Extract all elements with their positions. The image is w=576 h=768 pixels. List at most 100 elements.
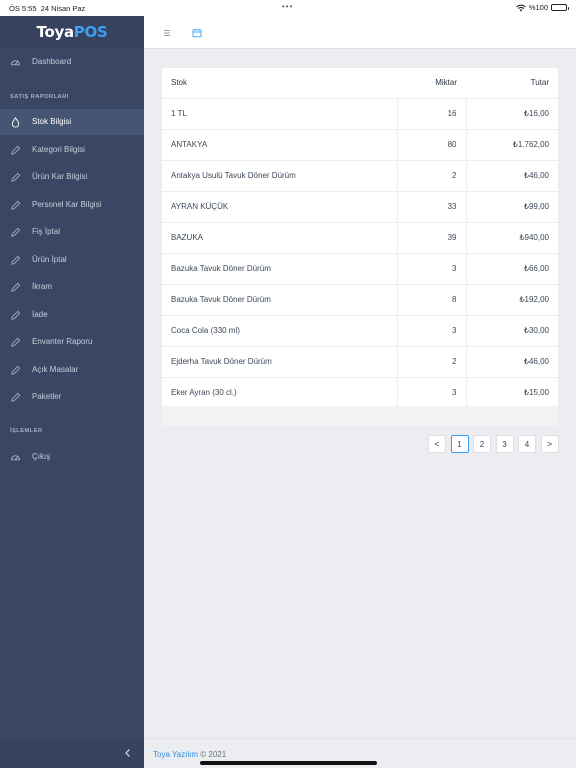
home-indicator[interactable] [200, 761, 377, 765]
sidebar-item-fis-iptal[interactable]: Fiş İptal [0, 219, 144, 245]
table-row[interactable]: Antakya Usulü Tavuk Döner Dürüm 2 ₺46,00 [162, 160, 558, 192]
pencil-icon [11, 337, 21, 347]
cell-tutar: ₺46,00 [465, 160, 558, 192]
cell-tutar: ₺46,00 [465, 346, 558, 378]
table-footer [162, 406, 558, 426]
table-row[interactable]: Eker Ayran (30 cl.) 3 ₺15,00 [162, 377, 558, 409]
pencil-icon [11, 365, 21, 375]
stock-table: Stok Miktar Tutar 1 TL 16 ₺16,00 ANTAKYA… [162, 68, 558, 409]
cell-tutar: ₺940,00 [465, 222, 558, 254]
sidebar-item-label: Paketler [32, 392, 62, 401]
cell-stok: AYRAN KÜÇÜK [162, 191, 397, 223]
sidebar-item-label: Personel Kar Bilgisi [32, 199, 102, 209]
table-row[interactable]: BAZUKA 39 ₺940,00 [162, 222, 558, 254]
table-row[interactable]: 1 TL 16 ₺16,00 [162, 98, 558, 130]
logo-part1: Toya [36, 23, 75, 41]
cell-tutar: ₺192,00 [465, 284, 558, 316]
stock-table-card: Stok Miktar Tutar 1 TL 16 ₺16,00 ANTAKYA… [162, 68, 558, 426]
drop-icon [11, 117, 20, 128]
sidebar-item-ikram[interactable]: İkram [0, 274, 144, 300]
pencil-icon [11, 172, 21, 182]
status-right: %100 [516, 3, 569, 12]
logo-area: ToyaPOS [0, 16, 144, 48]
cell-stok: Coca Cola (330 ml) [162, 315, 397, 347]
column-header-tutar[interactable]: Tutar [466, 68, 558, 99]
sidebar-item-label: Dashboard [32, 57, 72, 66]
cell-tutar: ₺16,00 [465, 98, 558, 130]
sidebar: ToyaPOS Dashboard SATIŞ RAPORLARI Stok B… [0, 16, 144, 768]
sidebar-item-stok-bilgisi[interactable]: Stok Bilgisi [0, 109, 144, 135]
sidebar-item-acik-masalar[interactable]: Açık Masalar [0, 357, 144, 383]
sidebar-item-label: İade [32, 309, 48, 319]
footer-copyright: © 2021 [198, 750, 227, 759]
column-header-stok[interactable]: Stok [162, 68, 397, 99]
sidebar-item-urun-kar-bilgisi[interactable]: Ürün Kar Bilgisi [0, 164, 144, 190]
cell-stok: Bazuka Tavuk Döner Dürüm [162, 253, 397, 285]
cell-miktar: 80 [396, 129, 466, 161]
status-time-text: ÖS 5:55 [9, 4, 37, 13]
cell-miktar: 2 [396, 160, 466, 192]
sidebar-item-dashboard[interactable]: Dashboard [0, 49, 144, 75]
cell-tutar: ₺1.762,00 [465, 129, 558, 161]
cell-stok: Bazuka Tavuk Döner Dürüm [162, 284, 397, 316]
footer-brand-link[interactable]: Toya Yazılım [153, 750, 198, 759]
pagination-page-1[interactable]: 1 [450, 435, 469, 453]
pagination-page-2[interactable]: 2 [473, 435, 491, 453]
sidebar-item-envanter-raporu[interactable]: Envanter Raporu [0, 329, 144, 355]
pencil-icon [11, 392, 21, 402]
cell-miktar: 33 [396, 191, 466, 223]
status-time: ÖS 5:55 24 Nisan Paz [9, 4, 85, 13]
sidebar-item-urun-iptal[interactable]: Ürün İptal [0, 247, 144, 273]
pagination-prev-button[interactable]: < [428, 435, 446, 453]
sidebar-item-label: Ürün Kar Bilgisi [32, 172, 88, 181]
footer-text: Toya Yazılım © 2021 [153, 750, 226, 759]
cell-tutar: ₺15,00 [465, 377, 558, 409]
table-row[interactable]: AYRAN KÜÇÜK 33 ₺99,00 [162, 191, 558, 223]
pagination-page-4[interactable]: 4 [518, 435, 536, 453]
sidebar-item-label: Açık Masalar [32, 364, 79, 374]
sidebar-item-label: Fiş İptal [32, 227, 61, 236]
menu-icon[interactable] [161, 27, 173, 39]
sidebar-item-label: Stok Bilgisi [32, 117, 72, 126]
cell-miktar: 3 [396, 253, 466, 285]
pencil-icon [11, 310, 21, 320]
sidebar-item-kategori-bilgisi[interactable]: Kategori Bilgisi [0, 137, 144, 163]
sidebar-item-label: Envanter Raporu [32, 337, 93, 346]
table-row[interactable]: Bazuka Tavuk Döner Dürüm 8 ₺192,00 [162, 284, 558, 316]
cell-stok: ANTAKYA [162, 129, 397, 161]
pagination-next-button[interactable]: > [540, 435, 559, 453]
table-row[interactable]: Bazuka Tavuk Döner Dürüm 3 ₺66,00 [162, 253, 558, 285]
sidebar-item-label: Çıkış [32, 452, 51, 461]
sidebar-item-personel-kar-bilgisi[interactable]: Personel Kar Bilgisi [0, 192, 144, 218]
gauge-icon [10, 60, 21, 66]
chevron-left-icon[interactable] [122, 747, 134, 759]
cell-miktar: 39 [396, 222, 466, 254]
pencil-icon [11, 255, 21, 265]
cell-tutar: ₺30,00 [465, 315, 558, 347]
calendar-icon[interactable] [191, 27, 203, 39]
cell-miktar: 16 [396, 98, 466, 130]
status-date: 24 Nisan Paz [40, 4, 86, 13]
cell-miktar: 2 [396, 346, 466, 378]
cell-miktar: 8 [396, 284, 466, 316]
battery-percent: %100 [528, 3, 548, 12]
table-row[interactable]: ANTAKYA 80 ₺1.762,00 [162, 129, 558, 161]
pencil-icon [11, 227, 21, 237]
multitasking-dots[interactable]: ••• [282, 2, 293, 11]
sidebar-item-iade[interactable]: İade [0, 302, 144, 328]
cell-tutar: ₺66,00 [465, 253, 558, 285]
cell-tutar: ₺99,00 [465, 191, 558, 223]
battery-icon [551, 4, 569, 11]
table-row[interactable]: Coca Cola (330 ml) 3 ₺30,00 [162, 315, 558, 347]
section-title-sales: SATIŞ RAPORLARI [10, 94, 69, 100]
cell-miktar: 3 [396, 315, 466, 347]
sidebar-item-logout[interactable]: Çıkış [0, 444, 144, 470]
pencil-icon [11, 145, 21, 155]
gauge-icon [10, 455, 21, 461]
sidebar-item-paketler[interactable]: Paketler [0, 384, 144, 410]
column-header-miktar[interactable]: Miktar [397, 68, 466, 99]
toyapos-logo[interactable]: ToyaPOS [37, 23, 108, 41]
pagination-page-3[interactable]: 3 [495, 435, 514, 453]
table-row[interactable]: Ejderha Tavuk Döner Dürüm 2 ₺46,00 [162, 346, 558, 378]
sidebar-item-label: Kategori Bilgisi [32, 144, 85, 154]
